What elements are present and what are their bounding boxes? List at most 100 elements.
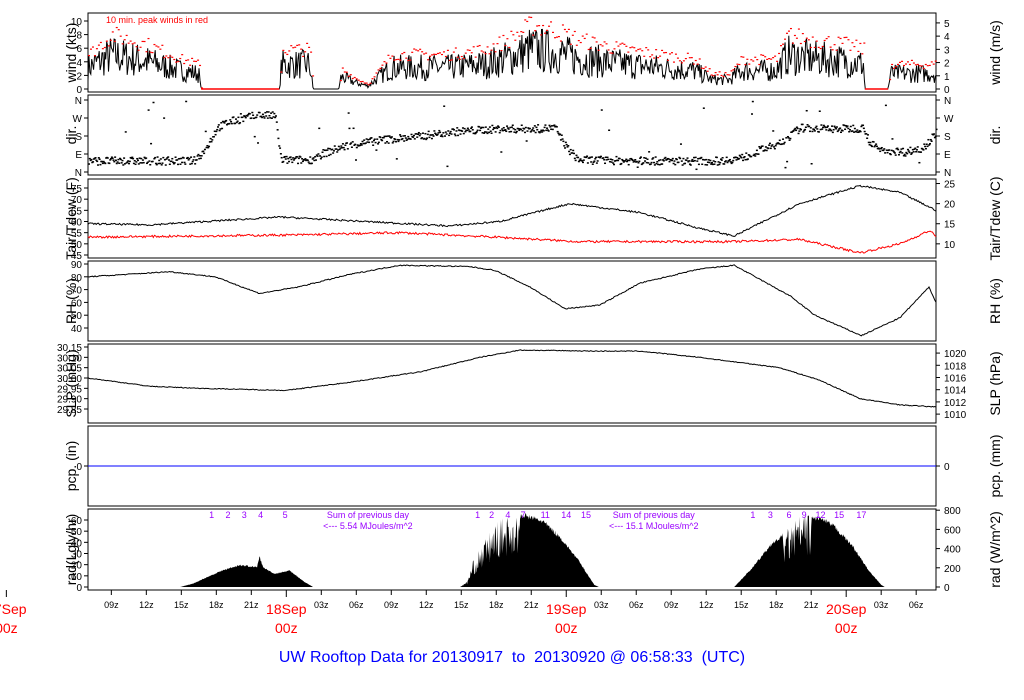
dir-point [914,147,917,150]
wind-peak-point [859,42,862,45]
wind-peak-point [827,36,830,38]
wind-peak-point [716,74,719,76]
dir-point [586,155,589,157]
y-tick-label: 60 [71,298,83,309]
wind-peak-point [682,60,685,62]
dir-point [897,154,900,156]
dir-point [923,143,926,145]
wind-peak-point [605,43,608,45]
y-tick-label-right: 0 [944,85,950,96]
dir-point [778,139,781,142]
wind-peak-point [407,59,410,62]
wind-peak-point [536,25,539,27]
dir-point [820,124,823,126]
dir-point [572,149,575,152]
wind-peak-point [423,53,426,55]
dir-point [321,151,324,153]
wind-peak-point [585,33,588,35]
dir-point [772,130,775,132]
dir-point [391,142,394,144]
dir-point [671,157,674,160]
dir-point [696,160,699,162]
wind-peak-point [133,42,136,44]
y-tick-label: 29.85 [57,405,82,416]
wind-peak-point [139,46,142,48]
dir-point [433,130,436,132]
dir-point [497,126,500,128]
dir-point [697,163,700,166]
dir-point [924,145,927,148]
dir-point [123,157,126,159]
dir-point [802,131,805,133]
wind-peak-point [284,52,287,54]
dir-point [239,113,242,115]
dir-point [373,138,376,140]
y-tick-label: 4 [76,58,82,69]
dir-point [113,160,116,163]
dir-point [325,155,328,158]
wind-peak-point [391,55,394,57]
dir-point [439,131,442,134]
wind-peak-point [899,61,902,63]
wind-peak-point [494,51,497,53]
y-tick-label: 29.90 [57,395,82,406]
dir-point [384,142,387,144]
wind-peak-point [532,34,535,36]
wind-peak-point [916,63,919,66]
dir-point [323,155,326,158]
wind-peak-point [659,55,662,57]
dir-point [279,153,282,155]
wind-peak-point [399,59,402,61]
dir-point [450,133,453,135]
dir-point [573,157,576,160]
dir-point [399,135,402,138]
y-tick-label-right: N [944,96,951,107]
dir-point [899,150,902,153]
y-axis-label-right: Tair/Tdew (C) [987,176,1003,260]
dir-point [128,162,131,165]
dir-point [904,155,907,157]
dir-point [564,147,567,149]
dir-point [374,141,377,144]
panel-dir: dir. dir.N NE ES SW WN N [63,94,1003,179]
dir-point [618,157,621,160]
wind-peak-point [312,75,315,77]
dir-point [519,128,522,131]
y-tick-label-right: 4 [944,32,950,43]
dir-point [417,133,420,136]
dir-point [94,157,97,159]
dir-point [277,137,280,140]
wind-peak-point [171,56,174,58]
y-tick-label: 10 [71,572,83,583]
dir-point [880,146,883,149]
wind-peak-point [904,63,907,65]
dir-point [926,145,929,148]
wind-peak-point [298,44,301,46]
wind-peak-point [389,57,392,59]
wind-peak-point [480,50,483,52]
panel-frame [87,260,937,342]
dir-point [648,151,651,153]
wind-peak-point [478,44,481,47]
wind-peak-point [756,59,759,61]
dir-point [401,137,404,140]
wind-peak-point [516,31,519,33]
wind-peak-point [177,60,180,63]
y-tick-label: 55 [71,229,83,240]
dir-point [371,141,374,143]
wind-peak-point [833,44,836,46]
wind-peak-point [617,45,620,47]
x-tick-label: 18z [769,600,784,610]
wind-peak-point [623,43,626,45]
dir-point [208,145,211,148]
x-tick-label: 18z [489,600,504,610]
dir-point [602,157,605,159]
dir-point [241,116,244,119]
wind-peak-point [121,43,124,45]
dir-point [360,144,363,146]
dir-point [284,158,287,160]
dir-point [200,155,203,157]
y-tick-label-right: S [944,132,951,143]
dir-point [230,120,233,123]
wind-peak-point [460,55,463,58]
